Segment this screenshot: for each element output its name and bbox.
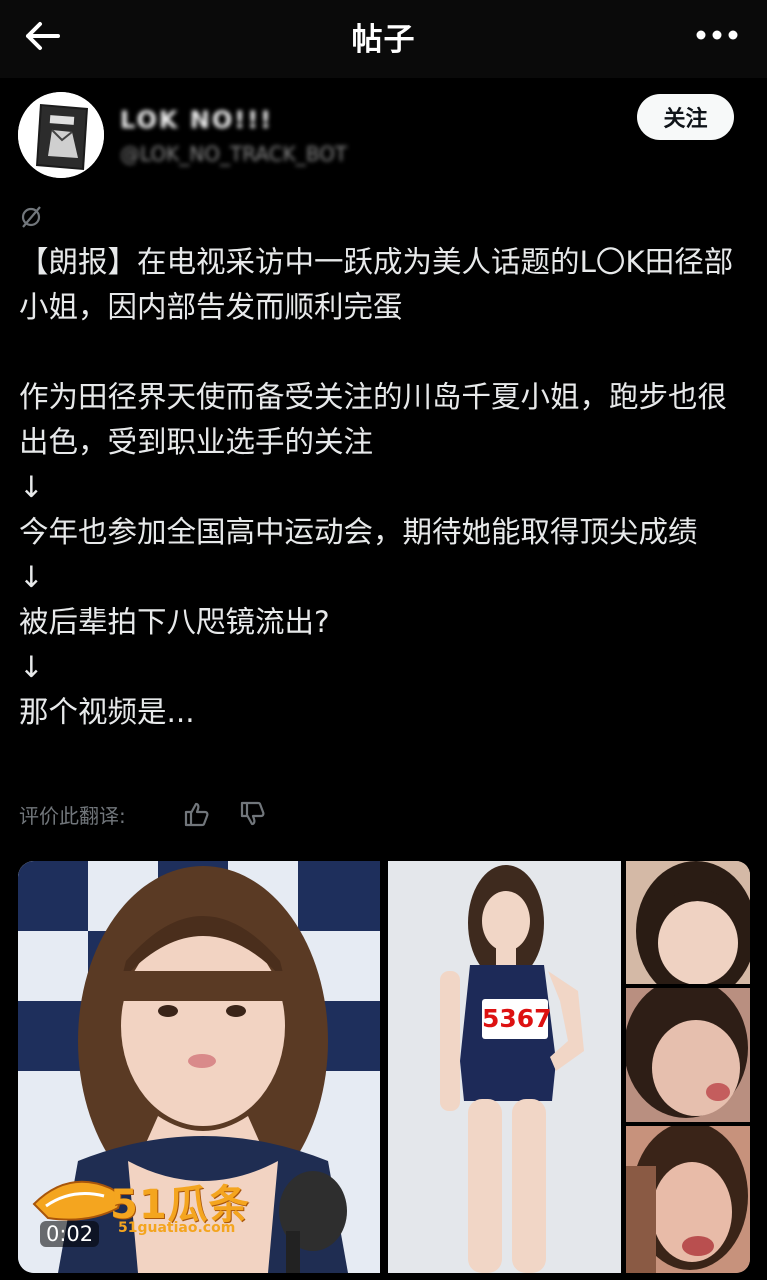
post-line: ↓	[19, 560, 44, 594]
thumbs-up-icon[interactable]	[182, 800, 210, 828]
closeup-image	[626, 988, 750, 1122]
closeup-image	[626, 861, 750, 984]
athlete-standing-image	[388, 861, 621, 1273]
closeup-image	[626, 1126, 750, 1273]
race-bib: 5367	[482, 999, 552, 1039]
follow-button[interactable]: 关注	[637, 94, 734, 140]
top-bar: 帖子	[0, 0, 767, 78]
bib-number: 5367	[482, 1004, 552, 1033]
rate-translation-label: 评价此翻译:	[19, 804, 126, 828]
post-line: 被后辈拍下八咫镜流出?	[19, 605, 330, 639]
photo-thumbnail[interactable]	[626, 861, 750, 984]
post-line: 【朗报】在电视采访中一跃成为美人话题的L〇K田径部小姐，因内部告发而顺利完蛋	[19, 245, 734, 324]
photo-thumbnail[interactable]	[626, 988, 750, 1122]
photo-thumbnail[interactable]	[626, 1126, 750, 1273]
video-timer: 0:02	[40, 1221, 100, 1247]
watermark-site: 51guatiao.com	[118, 1220, 236, 1236]
author-handle[interactable]: @LOK_NO_TRACK_BOT	[120, 142, 347, 166]
avatar-notebook-icon	[18, 92, 104, 178]
translate-icon[interactable]	[18, 203, 44, 229]
photo-thumbnail[interactable]	[388, 861, 621, 1273]
post-line: ↓	[19, 470, 44, 504]
more-horizontal-icon[interactable]	[695, 28, 739, 42]
avatar[interactable]	[18, 92, 104, 178]
post-line: 作为田径界天使而备受关注的川岛千夏小姐，跑步也很出色，受到职业选手的关注	[19, 380, 728, 459]
post-text: 【朗报】在电视采访中一跃成为美人话题的L〇K田径部小姐，因内部告发而顺利完蛋 作…	[19, 240, 751, 735]
thumbs-down-icon[interactable]	[238, 800, 266, 828]
post-line: 那个视频是...	[19, 695, 195, 729]
page-title: 帖子	[351, 22, 416, 58]
author-name[interactable]: LOK NO!!!	[120, 106, 273, 134]
post-line: 今年也参加全国高中运动会，期待她能取得顶尖成绩	[19, 515, 698, 549]
post-line: ↓	[19, 650, 44, 684]
